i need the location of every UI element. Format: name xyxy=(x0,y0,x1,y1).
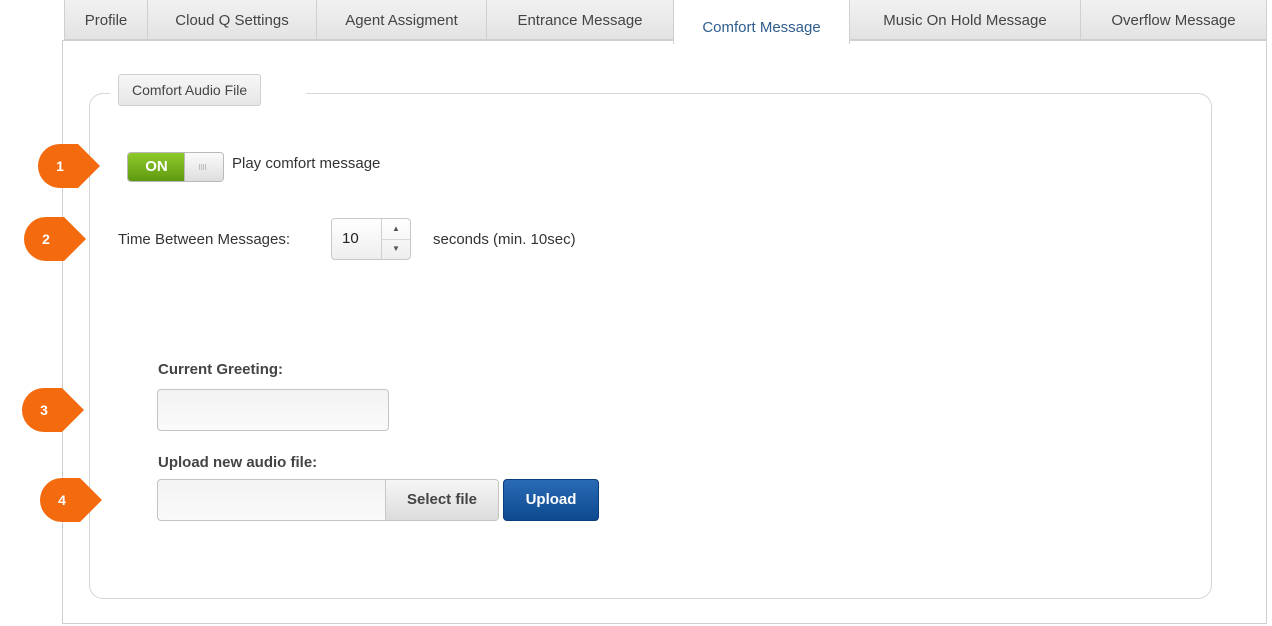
tab-entrance-message[interactable]: Entrance Message xyxy=(486,0,674,40)
toggle-knob xyxy=(184,153,223,181)
callout-number: 3 xyxy=(40,402,48,418)
time-between-messages-stepper[interactable]: 10 ▲ ▼ xyxy=(331,218,411,260)
arrow-down-icon[interactable]: ▼ xyxy=(382,239,410,259)
seconds-hint-label: seconds (min. 10sec) xyxy=(433,231,576,248)
callout-number: 2 xyxy=(42,231,50,247)
arrow-up-icon[interactable]: ▲ xyxy=(382,219,410,240)
stepper-value[interactable]: 10 xyxy=(342,230,359,247)
play-comfort-message-label: Play comfort message xyxy=(232,155,381,172)
select-file-button[interactable]: Select file xyxy=(385,480,498,520)
tab-music-on-hold-message[interactable]: Music On Hold Message xyxy=(849,0,1081,40)
callout-number: 1 xyxy=(56,158,64,174)
callout-marker-2: 2 xyxy=(24,217,86,261)
stepper-buttons: ▲ ▼ xyxy=(381,219,410,259)
tab-cloud-q-settings[interactable]: Cloud Q Settings xyxy=(147,0,317,40)
app-window: Profile Cloud Q Settings Agent Assigment… xyxy=(0,0,1272,626)
group-legend: Comfort Audio File xyxy=(118,74,262,106)
upload-new-audio-file-label: Upload new audio file: xyxy=(158,454,318,471)
comfort-message-toggle[interactable]: ON xyxy=(127,152,224,182)
callout-marker-1: 1 xyxy=(38,144,100,188)
callout-number: 4 xyxy=(58,492,66,508)
callout-marker-3: 3 xyxy=(22,388,84,432)
callout-marker-4: 4 xyxy=(40,478,102,522)
tab-profile[interactable]: Profile xyxy=(64,0,148,40)
current-greeting-label: Current Greeting: xyxy=(158,361,284,378)
current-greeting-field xyxy=(157,389,389,431)
toggle-on-label: ON xyxy=(128,153,185,181)
tab-agent-assigment[interactable]: Agent Assigment xyxy=(316,0,487,40)
grip-icon xyxy=(199,164,207,170)
file-path-input[interactable]: Select file xyxy=(157,479,499,521)
tab-comfort-message[interactable]: Comfort Message xyxy=(673,0,850,44)
upload-button[interactable]: Upload xyxy=(503,479,599,521)
tab-overflow-message[interactable]: Overflow Message xyxy=(1080,0,1267,40)
time-between-messages-label: Time Between Messages: xyxy=(118,231,291,248)
